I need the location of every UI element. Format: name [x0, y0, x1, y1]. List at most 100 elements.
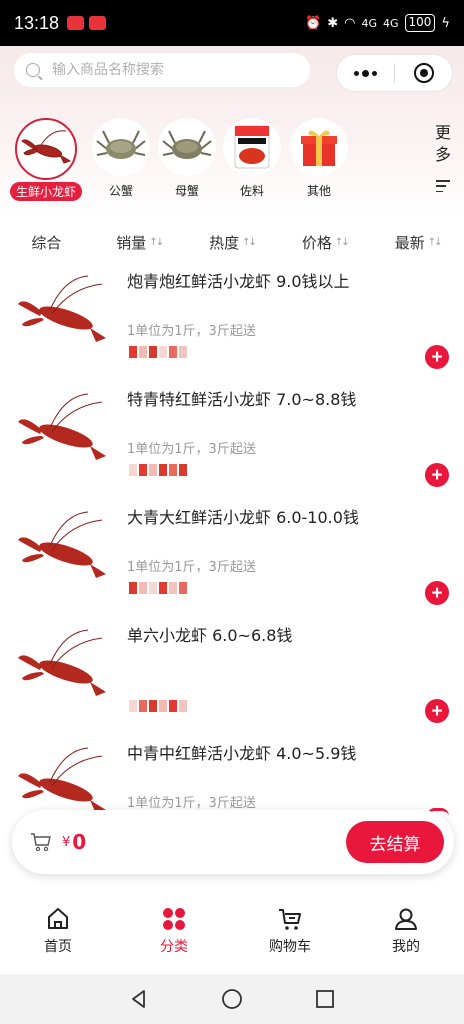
cart-total: 0: [72, 830, 87, 854]
cart-bar: ¥ 0 去结算: [12, 810, 454, 874]
category-item-crayfish[interactable]: 生鲜小龙虾: [10, 118, 83, 201]
more-dots-icon: [372, 70, 377, 76]
sort-arrows-icon: ↑↓: [242, 236, 257, 248]
product-item[interactable]: 炮青炮红鲜活小龙虾 9.0钱以上 1单位为1斤，3斤起送 +: [0, 264, 464, 382]
category-label: 生鲜小龙虾: [10, 182, 83, 201]
charging-icon: ϟ: [441, 15, 450, 31]
tab-label: 我的: [392, 939, 420, 955]
product-item[interactable]: 单六小龙虾 6.0~6.8钱 +: [0, 618, 464, 736]
add-to-cart-button[interactable]: +: [425, 345, 449, 369]
sort-label: 最新: [394, 233, 425, 252]
more-dots-icon: [354, 70, 359, 76]
product-desc: 1单位为1斤，3斤起送: [127, 442, 256, 457]
search-box[interactable]: [14, 53, 310, 87]
category-label: 母蟹: [174, 184, 199, 198]
status-bar: 13:18 ⏰ ✱ ◠ 4G 4G 100 ϟ: [0, 0, 464, 46]
more-categories-button[interactable]: 更多: [428, 122, 458, 192]
battery-icon: 100: [404, 14, 436, 32]
sort-popularity[interactable]: 热度 ↑↓: [186, 232, 279, 253]
category-label: 公蟹: [108, 184, 133, 198]
category-item-other[interactable]: 其他: [287, 118, 351, 199]
tab-cart[interactable]: 购物车: [232, 890, 348, 974]
sort-label: 价格: [301, 233, 332, 252]
more-menu-button[interactable]: [337, 55, 394, 91]
tab-label: 首页: [44, 939, 72, 955]
gift-box-icon: [290, 118, 348, 176]
status-time: 13:18: [14, 12, 60, 33]
system-nav-bar: [0, 974, 464, 1024]
price-mosaic: [129, 464, 191, 476]
product-name: 特青特红鲜活小龙虾 7.0~8.8钱: [127, 390, 357, 409]
home-circle-icon[interactable]: [221, 988, 243, 1010]
price-mosaic: [129, 346, 191, 358]
signal-4g-icon: 4G: [382, 16, 399, 30]
app-notification-icon: [67, 16, 85, 30]
sort-arrows-icon: ↑↓: [334, 236, 350, 248]
tab-label: 购物车: [269, 939, 311, 955]
checkout-button[interactable]: 去结算: [346, 821, 444, 863]
crab-icon: [92, 118, 150, 176]
crayfish-image: [16, 510, 108, 586]
target-icon: [413, 63, 434, 83]
category-item-female-crab[interactable]: 母蟹: [155, 118, 219, 199]
add-to-cart-button[interactable]: +: [425, 581, 449, 605]
tab-label: 分类: [160, 939, 188, 955]
home-icon: [48, 908, 68, 929]
product-desc: 1单位为1斤，3斤起送: [127, 324, 256, 339]
app-notification-icon: [89, 16, 107, 30]
product-desc: 1单位为1斤，3斤起送: [127, 796, 256, 811]
sort-price[interactable]: 价格 ↑↓: [278, 232, 371, 253]
sort-sales[interactable]: 销量 ↑↓: [93, 232, 186, 253]
more-dots-icon: [362, 69, 369, 77]
product-desc: 1单位为1斤，3斤起送: [127, 560, 256, 575]
wifi-icon: ◠: [344, 15, 356, 31]
product-name: 炮青炮红鲜活小龙虾 9.0钱以上: [127, 272, 350, 291]
sort-default[interactable]: 综合: [0, 232, 93, 253]
back-icon[interactable]: [129, 989, 149, 1009]
crayfish-image: [16, 274, 108, 350]
sort-label: 销量: [116, 233, 147, 252]
category-label: 其他: [306, 184, 331, 198]
category-item-male-crab[interactable]: 公蟹: [89, 118, 153, 199]
cart-icon[interactable]: [30, 832, 52, 852]
product-item[interactable]: 大青大红鲜活小龙虾 6.0-10.0钱 1单位为1斤，3斤起送 +: [0, 500, 464, 618]
sort-arrows-icon: ↑↓: [427, 236, 443, 248]
miniprogram-capsule: [336, 54, 453, 92]
search-input[interactable]: [52, 62, 282, 78]
close-miniprogram-button[interactable]: [395, 55, 452, 91]
sort-label: 热度: [209, 233, 240, 252]
price-mosaic: [129, 700, 191, 712]
status-indicators: ⏰ ✱ ◠ 4G 4G 100 ϟ: [305, 14, 450, 32]
sort-bar: 综合 销量 ↑↓ 热度 ↑↓ 价格 ↑↓ 最新 ↑↓: [0, 218, 464, 266]
tab-bar: 首页 分类 购物车 我的: [0, 890, 464, 974]
recents-icon[interactable]: [315, 989, 335, 1009]
sort-label: 综合: [31, 233, 62, 252]
bluetooth-icon: ✱: [327, 15, 339, 31]
more-label: 更多: [434, 123, 451, 164]
category-icon: [163, 908, 185, 930]
add-to-cart-button[interactable]: +: [425, 699, 449, 723]
product-item[interactable]: 特青特红鲜活小龙虾 7.0~8.8钱 1单位为1斤，3斤起送 +: [0, 382, 464, 500]
tab-profile[interactable]: 我的: [348, 890, 464, 974]
tab-category[interactable]: 分类: [116, 890, 232, 974]
crayfish-icon: [15, 118, 77, 180]
product-list: 炮青炮红鲜活小龙虾 9.0钱以上 1单位为1斤，3斤起送 + 特青特红鲜活小龙虾…: [0, 264, 464, 854]
add-to-cart-button[interactable]: +: [425, 463, 449, 487]
product-name: 大青大红鲜活小龙虾 6.0-10.0钱: [127, 508, 359, 527]
user-icon: [395, 908, 417, 930]
sort-arrows-icon: ↑↓: [149, 236, 164, 248]
seasoning-pack-icon: [223, 118, 281, 176]
crayfish-image: [16, 392, 108, 468]
category-label: 佐料: [239, 184, 264, 198]
header: 生鲜小龙虾 公蟹 母蟹 佐料 其他 更多: [0, 46, 464, 216]
filter-icon: [436, 180, 450, 192]
signal-4g-icon: 4G: [361, 16, 377, 30]
tab-home[interactable]: 首页: [0, 890, 116, 974]
crayfish-image: [16, 628, 108, 704]
cart-icon: [279, 909, 301, 930]
cart-currency: ¥: [62, 834, 71, 850]
category-item-seasoning[interactable]: 佐料: [220, 118, 284, 199]
sort-newest[interactable]: 最新 ↑↓: [371, 232, 464, 253]
price-mosaic: [129, 582, 191, 594]
category-row: 生鲜小龙虾 公蟹 母蟹 佐料 其他 更多: [0, 118, 464, 208]
